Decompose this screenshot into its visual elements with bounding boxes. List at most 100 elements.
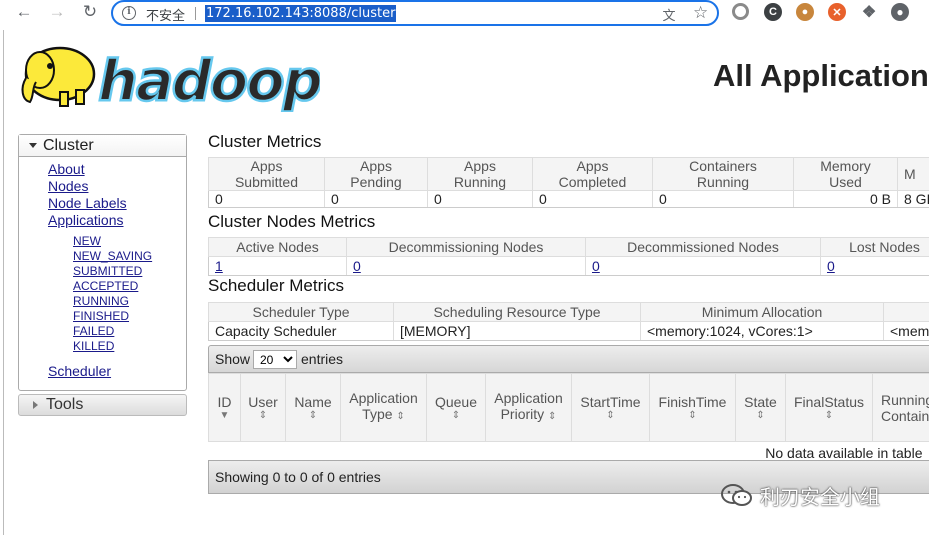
value-apps-running: 0 — [427, 190, 533, 208]
value-apps-completed: 0 — [532, 190, 653, 208]
cluster-label: Cluster — [43, 137, 94, 154]
col-start-time[interactable]: StartTime ⇕ — [571, 373, 650, 442]
header-minimum-allocation: Minimum Allocation — [640, 302, 884, 322]
wechat-icon — [721, 484, 752, 506]
scheduler-metrics-table: Scheduler Type Scheduling Resource Type … — [208, 302, 929, 341]
sort-icon: ⇕ — [396, 411, 405, 422]
reload-icon[interactable]: ↻ — [80, 2, 100, 22]
cell-decommissioning-nodes: 0 — [346, 256, 586, 276]
header-lost-nodes: Lost Nodes — [820, 237, 929, 257]
header-memory-used: Memory Used — [793, 157, 898, 191]
hadoop-logo: hadoop — [21, 46, 320, 112]
tools-nav-header[interactable]: Tools — [18, 394, 187, 416]
cell-active-nodes: 1 — [208, 256, 347, 276]
cell-decommissioned-nodes: 0 — [585, 256, 821, 276]
sort-icon: ⇕ — [688, 409, 697, 421]
sort-desc-icon: ▼ — [219, 409, 230, 421]
header-decommissioning-nodes: Decommissioning Nodes — [346, 237, 586, 257]
col-queue[interactable]: Queue ⇕ — [426, 373, 486, 442]
divider — [195, 7, 196, 20]
value-maximum-allocation: <mem — [883, 321, 929, 341]
col-application-priority[interactable]: Application Priority ⇕ — [485, 373, 572, 442]
header-maximum-allocation-partial — [883, 302, 929, 322]
header-containers-running: Containers Running — [652, 157, 794, 191]
col-application-type[interactable]: Application Type ⇕ — [340, 373, 427, 442]
cluster-nav-panel: Cluster About Nodes Node Labels Applicat… — [18, 134, 187, 391]
nav-state-new-saving[interactable]: NEW_SAVING — [73, 249, 152, 263]
nav-state-submitted[interactable]: SUBMITTED — [73, 264, 142, 278]
nav-state-finished[interactable]: FINISHED — [73, 309, 129, 323]
link-lost-nodes[interactable]: 0 — [827, 258, 835, 274]
cluster-metrics-table: Apps Submitted Apps Pending Apps Running Ap… — [208, 157, 929, 208]
extension-circle-icon[interactable] — [732, 3, 749, 20]
nav-state-accepted[interactable]: ACCEPTED — [73, 279, 138, 293]
show-label: Show — [215, 351, 251, 367]
value-scheduler-type: Capacity Scheduler — [208, 321, 394, 341]
extension-x-icon[interactable]: ✕ — [828, 3, 846, 21]
sort-icon: ⇕ — [606, 409, 615, 421]
nav-state-running[interactable]: RUNNING — [73, 294, 129, 308]
url-text[interactable]: 172.16.102.143:8088/cluster — [205, 5, 397, 22]
link-decommissioning-nodes[interactable]: 0 — [353, 258, 361, 274]
nav-state-new[interactable]: NEW — [73, 234, 101, 248]
page-size-select[interactable]: 20 — [253, 350, 297, 369]
nav-nodes[interactable]: Nodes — [48, 178, 88, 194]
address-bar[interactable]: i 不安全 172.16.102.143:8088/cluster 文 ☆ — [111, 0, 719, 26]
entries-label: entries — [301, 351, 344, 367]
col-running-containers[interactable]: RunningContainers — [872, 373, 929, 442]
value-scheduling-resource-type: [MEMORY] — [393, 321, 641, 341]
wechat-watermark: 利刃安全小组 — [720, 482, 880, 509]
cluster-nav-header[interactable]: Cluster — [19, 135, 186, 157]
insecure-label: 不安全 — [146, 9, 186, 24]
bookmark-star-icon[interactable]: ☆ — [693, 3, 708, 23]
col-id[interactable]: ID ▼ — [208, 373, 241, 442]
back-arrow-icon[interactable]: ← — [14, 2, 34, 22]
value-minimum-allocation: <memory:1024, vCores:1> — [640, 321, 884, 341]
col-final-status[interactable]: FinalStatus ⇕ — [785, 373, 873, 442]
expand-triangle-icon — [29, 143, 37, 149]
value-memory-total: 8 GB — [897, 190, 929, 208]
header-scheduling-resource-type: Scheduling Resource Type — [393, 302, 641, 322]
sort-icon: ⇕ — [548, 411, 557, 422]
profile-avatar-icon[interactable]: ● — [891, 3, 909, 21]
nav-applications[interactable]: Applications — [48, 212, 124, 228]
header-apps-completed: Apps Completed — [532, 157, 653, 191]
puzzle-icon[interactable]: ❖ — [860, 3, 878, 21]
nav-scheduler[interactable]: Scheduler — [48, 363, 111, 379]
cookie-icon[interactable]: ● — [796, 3, 814, 21]
page-title: All Applications — [713, 58, 929, 93]
header-decommissioned-nodes: Decommissioned Nodes — [585, 237, 821, 257]
nav-state-failed[interactable]: FAILED — [73, 324, 114, 338]
header-scheduler-type: Scheduler Type — [208, 302, 394, 322]
sort-icon: ⇕ — [308, 409, 318, 421]
apps-table-toolbar: Show 20 entries — [208, 345, 929, 373]
forward-arrow-icon[interactable]: → — [47, 2, 67, 22]
cluster-metrics-title: Cluster Metrics — [208, 132, 322, 151]
tools-label: Tools — [46, 396, 84, 413]
col-finish-time[interactable]: FinishTime ⇕ — [649, 373, 736, 442]
info-icon[interactable]: i — [122, 6, 136, 20]
extension-c-icon[interactable]: C — [764, 3, 782, 21]
col-name[interactable]: Name ⇕ — [285, 373, 341, 442]
col-user[interactable]: User ⇕ — [240, 373, 286, 442]
value-memory-used: 0 B — [793, 190, 898, 208]
nav-node-labels[interactable]: Node Labels — [48, 195, 127, 211]
value-apps-pending: 0 — [324, 190, 428, 208]
col-state[interactable]: State ⇕ — [735, 373, 786, 442]
header-memory-total-partial: M — [897, 157, 929, 191]
cell-lost-nodes: 0 — [820, 256, 929, 276]
logo-wordmark: hadoop — [98, 49, 320, 112]
header-apps-submitted: Apps Submitted — [208, 157, 325, 191]
value-apps-submitted: 0 — [208, 190, 325, 208]
value-containers-running: 0 — [652, 190, 794, 208]
header-active-nodes: Active Nodes — [208, 237, 347, 257]
applications-table: ID ▼ User ⇕ Name ⇕ Application Type ⇕ Queue ⇕… — [208, 373, 929, 464]
sort-icon: ⇕ — [258, 409, 268, 421]
nav-about[interactable]: About — [48, 161, 85, 177]
nav-state-killed[interactable]: KILLED — [73, 339, 114, 353]
link-active-nodes[interactable]: 1 — [215, 258, 223, 274]
link-decommissioned-nodes[interactable]: 0 — [592, 258, 600, 274]
page-border — [3, 30, 4, 535]
header-apps-running: Apps Running — [427, 157, 533, 191]
translate-icon[interactable]: 文 — [661, 5, 677, 24]
